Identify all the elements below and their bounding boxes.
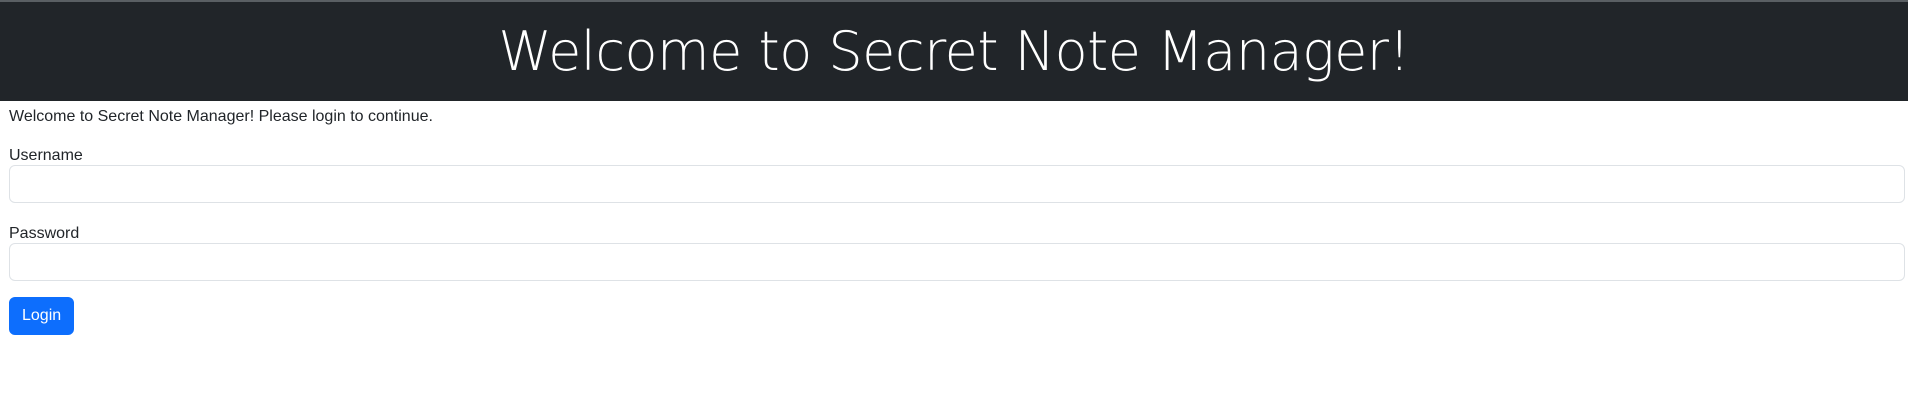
login-button[interactable]: Login [9, 297, 75, 335]
intro-text: Welcome to Secret Note Manager! Please l… [9, 108, 433, 125]
username-input[interactable] [9, 165, 1905, 203]
page-title: Welcome to Secret Note Manager! [498, 19, 1410, 83]
password-input[interactable] [9, 243, 1905, 281]
page-header: Welcome to Secret Note Manager! [0, 2, 1908, 101]
